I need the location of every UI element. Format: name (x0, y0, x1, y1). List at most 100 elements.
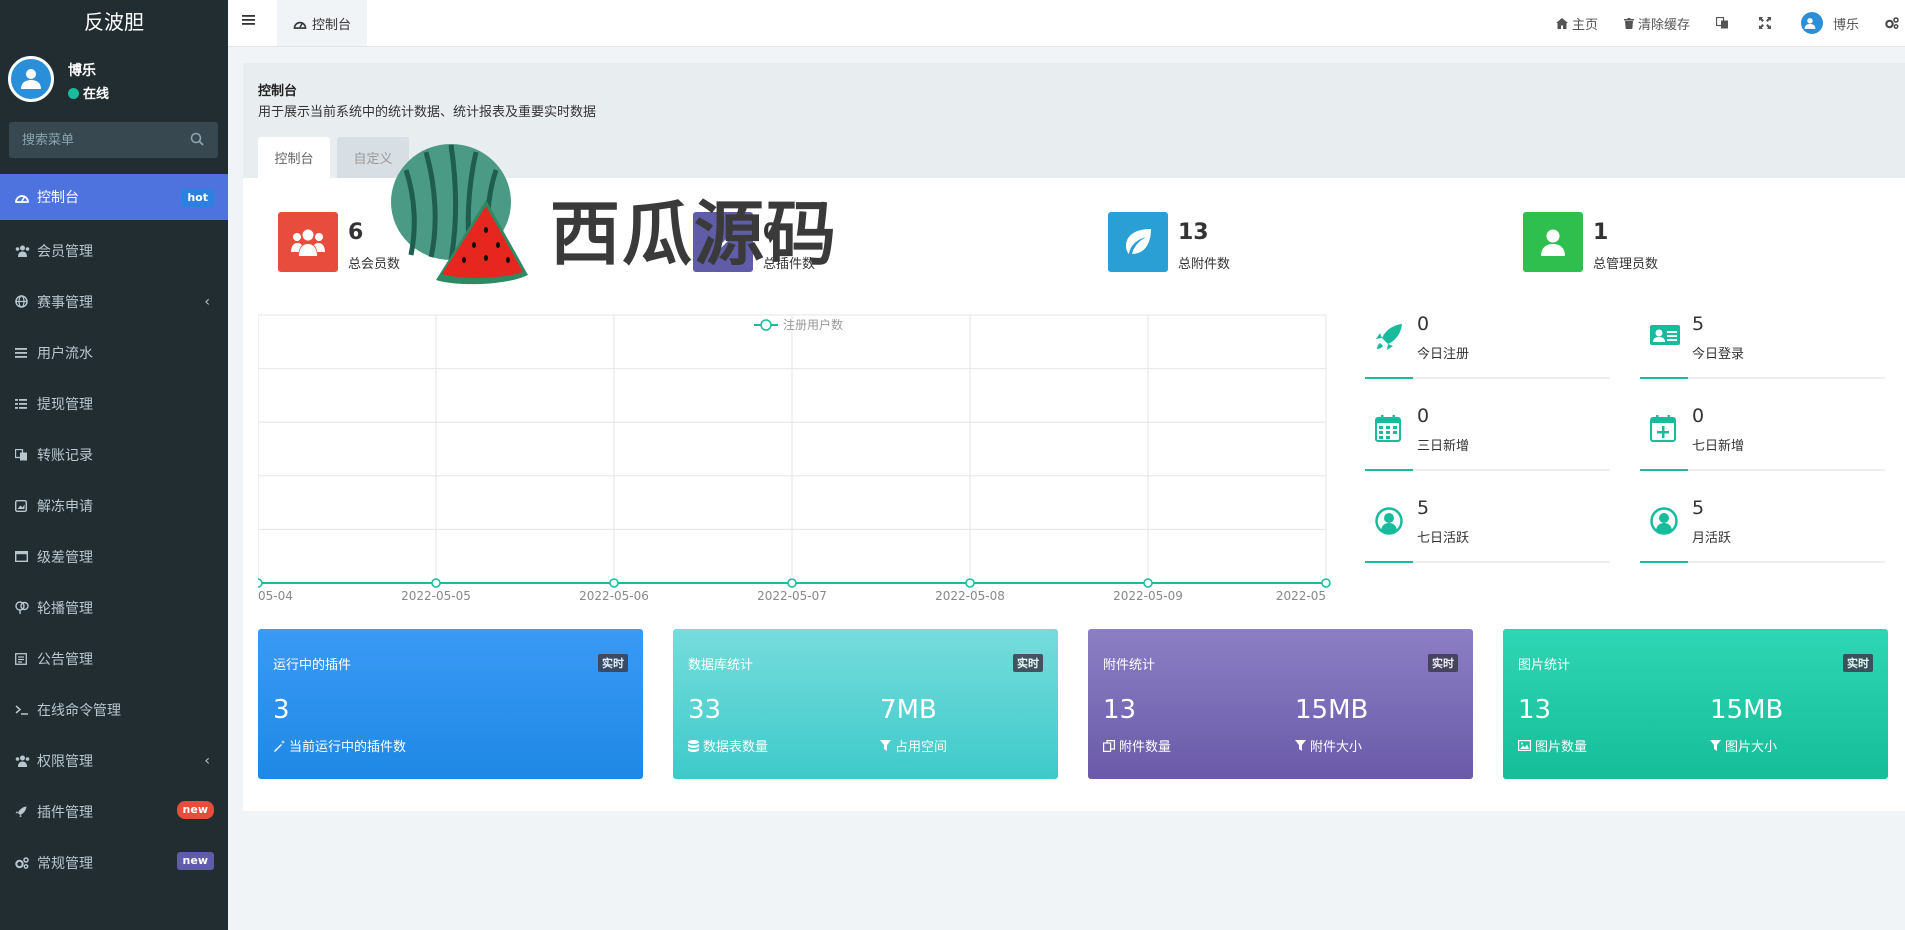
sidebar-item-label: 用户流水 (37, 345, 93, 362)
hot-badge: hot (181, 189, 214, 207)
chart-legend-label: 注册用户数 (783, 317, 843, 332)
home-label: 主页 (1571, 17, 1598, 33)
fullscreen-icon (1758, 17, 1771, 29)
mini-stat-label: 今日登录 (1692, 347, 1745, 362)
sidebar-item-withdraw[interactable]: 提现管理 (0, 378, 228, 429)
user-menu-label: 博乐 (1832, 17, 1859, 33)
carousel-icon (15, 601, 29, 614)
sidebar-item-label: 赛事管理 (37, 294, 93, 311)
menu-toggle-icon[interactable] (242, 14, 255, 26)
card-database: 数据库统计 实时 33 7MB 数据表数量 占用空间 (673, 629, 1058, 779)
sidebar-item-carousel[interactable]: 轮播管理 (0, 582, 228, 633)
database-icon (688, 739, 699, 752)
fullscreen-button[interactable] (1758, 17, 1775, 29)
chart-x-tick-label: 2022-05-06 (579, 589, 649, 603)
user-avatar-icon (21, 69, 41, 89)
sidebar-item-unfreeze[interactable]: 解冻申请 (0, 480, 228, 531)
users-icon (15, 755, 30, 767)
sidebar-item-events[interactable]: 赛事管理 ‹ (0, 276, 228, 327)
chart-x-tick-label: 2022-05-09 (1113, 589, 1183, 603)
card-label-text: 附件数量 (1119, 740, 1172, 755)
sidebar-item-permissions[interactable]: 权限管理 ‹ (0, 735, 228, 786)
mini-stat-label: 月活跃 (1692, 531, 1732, 546)
sidebar-item-label: 轮播管理 (37, 600, 93, 617)
sidebar-item-plugins[interactable]: 插件管理 new (0, 786, 228, 837)
card-value: 13 (1103, 695, 1137, 725)
chart-x-tick-label: 2022-05-05 (401, 589, 471, 603)
calendar-plus-icon (1650, 415, 1676, 442)
stat-label: 总附件数 (1178, 257, 1231, 272)
mini-stat-value: 5 (1692, 313, 1705, 335)
home-link[interactable]: 主页 (1555, 14, 1598, 33)
mini-stat-value: 0 (1692, 405, 1705, 427)
sidebar: 反波胆 博乐 在线 控制台 hot 会员管理 赛事管理 ‹ 用户流水 (0, 0, 228, 930)
sidebar-item-members[interactable]: 会员管理 (0, 225, 228, 276)
sidebar-item-label: 常规管理 (37, 855, 93, 872)
card-label-secondary: 占用空间 (880, 736, 947, 755)
sidebar-item-label: 公告管理 (37, 651, 93, 668)
sidebar-item-levels[interactable]: 级差管理 (0, 531, 228, 582)
sidebar-item-label: 在线命令管理 (37, 702, 121, 719)
mini-stat-seven-day-new: 0 七日新增 (1640, 405, 1885, 471)
rocket-icon (15, 806, 27, 817)
settings-button[interactable] (1885, 17, 1903, 29)
realtime-badge: 实时 (1843, 654, 1873, 672)
clear-cache-button[interactable]: 清除缓存 (1623, 14, 1690, 33)
filter-icon (1295, 740, 1306, 751)
avatar (1800, 12, 1823, 34)
mini-stat-label: 三日新增 (1417, 439, 1470, 454)
search-icon[interactable] (190, 132, 204, 146)
realtime-badge: 实时 (598, 654, 628, 672)
sidebar-item-notices[interactable]: 公告管理 (0, 633, 228, 684)
avatar[interactable] (8, 56, 54, 102)
notice-icon (15, 652, 27, 665)
tab-dashboard[interactable]: 控制台 (277, 0, 367, 46)
chevron-left-icon[interactable]: ‹ (204, 753, 210, 769)
new-badge: new (176, 801, 214, 819)
cogs-icon (1885, 17, 1899, 29)
mini-stat-label: 七日新增 (1692, 439, 1745, 454)
stat-value: 1 (1593, 220, 1609, 245)
chart-legend-marker (760, 319, 772, 331)
sidebar-item-transfers[interactable]: 转账记录 (0, 429, 228, 480)
card-label-text: 占用空间 (895, 740, 948, 755)
card-title: 图片统计 (1518, 658, 1571, 673)
sidebar-item-dashboard[interactable]: 控制台 hot (0, 174, 228, 220)
user-icon (1541, 229, 1565, 256)
realtime-badge: 实时 (1428, 654, 1458, 672)
chart-point (258, 578, 263, 588)
filter-icon (1710, 740, 1721, 751)
card-value-secondary: 7MB (880, 695, 937, 725)
mini-stat-bar (1365, 561, 1610, 563)
mini-stat-value: 5 (1417, 497, 1430, 519)
magic-icon (274, 739, 285, 752)
sidebar-item-label: 控制台 (37, 190, 79, 206)
users-icon (15, 245, 30, 257)
realtime-badge: 实时 (1013, 654, 1043, 672)
mini-stat-bar (1365, 377, 1610, 379)
watermelon-icon (391, 144, 528, 285)
card-value: 33 (688, 695, 722, 725)
card-label: 图片数量 (1518, 736, 1587, 755)
watermark-text: 西瓜源码 (550, 193, 838, 275)
files-icon (1103, 739, 1115, 752)
user-circle-icon (1650, 507, 1678, 535)
user-status: 在线 (68, 83, 109, 102)
translate-button[interactable] (1715, 17, 1733, 29)
tab-dashboard-content[interactable]: 控制台 (258, 137, 330, 178)
sidebar-item-commands[interactable]: 在线命令管理 (0, 684, 228, 735)
sidebar-item-label: 权限管理 (37, 753, 93, 770)
sidebar-item-general[interactable]: 常规管理 new (0, 837, 228, 888)
user-panel: 博乐 在线 (0, 46, 228, 114)
app-logo[interactable]: 反波胆 (0, 0, 228, 46)
mini-stat-seven-day-active: 5 七日活跃 (1365, 497, 1610, 563)
card-title: 数据库统计 (688, 658, 754, 673)
stat-value: 13 (1178, 220, 1209, 245)
user-menu[interactable]: 博乐 (1800, 12, 1859, 34)
search-input[interactable] (9, 122, 179, 158)
sidebar-item-user-flow[interactable]: 用户流水 (0, 327, 228, 378)
stat-icon-box (278, 212, 338, 272)
mini-stat-value: 5 (1692, 497, 1705, 519)
rocket-icon (1376, 324, 1402, 350)
chevron-left-icon[interactable]: ‹ (204, 294, 210, 310)
